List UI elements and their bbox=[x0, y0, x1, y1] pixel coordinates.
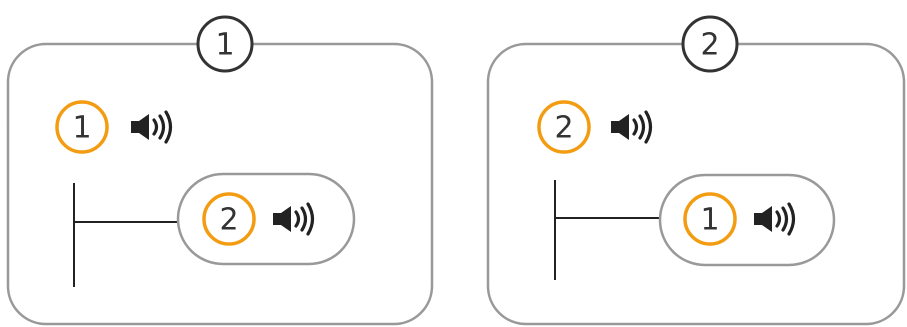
diagram-canvas: 1 1 2 2 2 1 bbox=[6, 15, 906, 326]
panel-frame bbox=[6, 42, 434, 326]
panel-header-number: 2 bbox=[700, 28, 719, 63]
outer-item-number: 1 bbox=[72, 111, 91, 146]
speaker-icon bbox=[271, 202, 315, 236]
outer-item: 1 bbox=[55, 100, 173, 154]
speaker-icon bbox=[129, 110, 173, 144]
speaker-icon bbox=[609, 110, 653, 144]
panel-2: 2 2 1 bbox=[486, 15, 906, 326]
panel-header-badge: 2 bbox=[681, 15, 739, 73]
panel-frame bbox=[486, 42, 906, 326]
panel-header-number: 1 bbox=[215, 28, 234, 63]
nested-item: 1 bbox=[658, 173, 836, 267]
panel-1: 1 1 2 bbox=[6, 15, 434, 326]
nested-item: 2 bbox=[176, 172, 356, 266]
speaker-icon bbox=[752, 202, 796, 236]
outer-item: 2 bbox=[537, 100, 653, 154]
panel-header-badge: 1 bbox=[196, 15, 254, 73]
outer-item-number: 2 bbox=[554, 111, 573, 146]
nested-item-number: 2 bbox=[219, 203, 238, 238]
nested-item-number: 1 bbox=[700, 203, 719, 238]
